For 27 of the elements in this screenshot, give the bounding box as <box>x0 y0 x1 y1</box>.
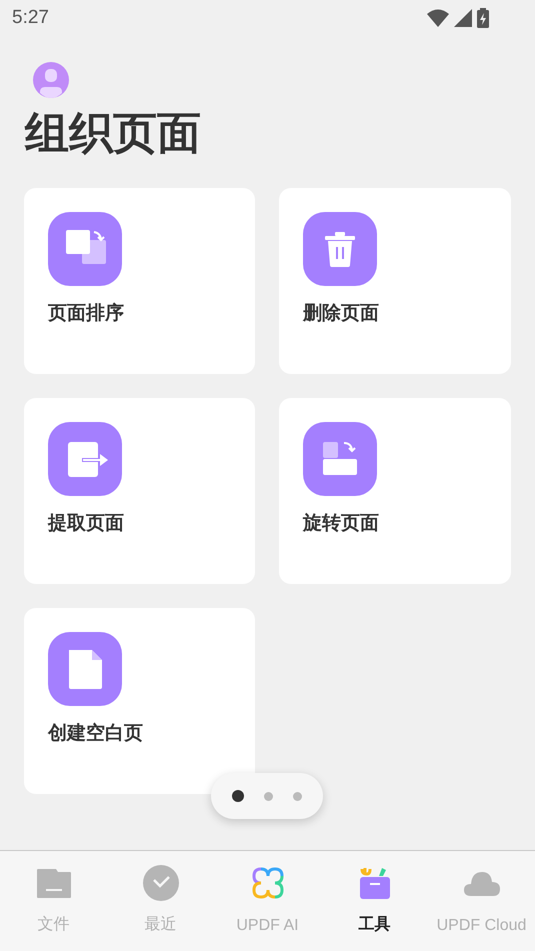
page-dot[interactable] <box>293 792 302 800</box>
nav-tab[interactable]: 工具 <box>321 851 428 951</box>
tool-card[interactable]: 删除页面 <box>279 188 511 374</box>
signal-icon <box>454 9 472 27</box>
avatar-icon[interactable] <box>33 62 69 98</box>
tool-label: 创建空白页 <box>48 721 144 746</box>
tool-card[interactable]: 创建空白页 <box>24 608 255 794</box>
tool-label: 旋转页面 <box>303 511 380 536</box>
status-time: 5:27 <box>12 7 49 29</box>
page-title: 组织页面 <box>25 107 202 161</box>
reorder-pages-icon <box>48 212 122 286</box>
tool-card[interactable]: 旋转页面 <box>279 398 511 584</box>
blank-page-icon <box>48 632 122 706</box>
extract-page-icon <box>48 422 122 496</box>
tool-label: 页面排序 <box>48 301 125 326</box>
tool-card[interactable]: 提取页面 <box>24 398 255 584</box>
page-dot[interactable] <box>264 792 273 800</box>
tool-label: 删除页面 <box>303 301 380 326</box>
trash-icon <box>303 212 377 286</box>
battery-icon <box>477 8 489 28</box>
tool-card[interactable]: 页面排序 <box>24 188 255 374</box>
wifi-icon <box>427 9 449 27</box>
tool-label: 提取页面 <box>48 511 125 536</box>
page-dot[interactable] <box>232 790 244 802</box>
clover-icon <box>250 865 284 901</box>
rotate-page-icon <box>303 422 377 496</box>
toolbox-icon <box>358 865 390 901</box>
